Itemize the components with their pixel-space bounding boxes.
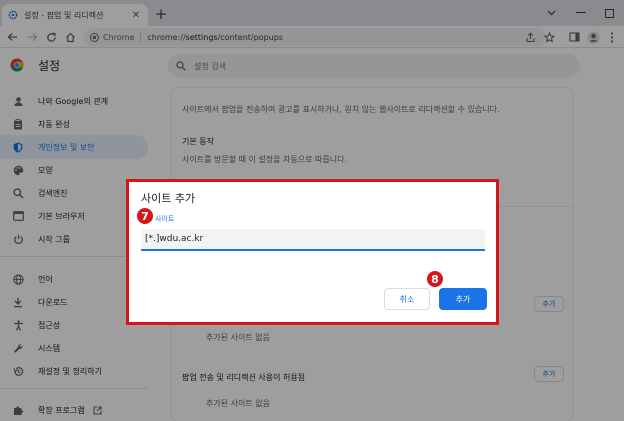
- site-field-label: 사이트: [155, 215, 175, 223]
- step-marker-8: 8: [426, 270, 444, 288]
- site-input-container: [141, 229, 485, 251]
- add-button[interactable]: 추가: [439, 288, 487, 310]
- site-input[interactable]: [141, 229, 485, 249]
- step-marker-7: 7: [136, 207, 154, 225]
- cancel-button[interactable]: 취소: [384, 288, 430, 310]
- add-site-dialog: 사이트 추가 사이트 취소 추가: [126, 179, 499, 325]
- dialog-title: 사이트 추가: [141, 192, 196, 205]
